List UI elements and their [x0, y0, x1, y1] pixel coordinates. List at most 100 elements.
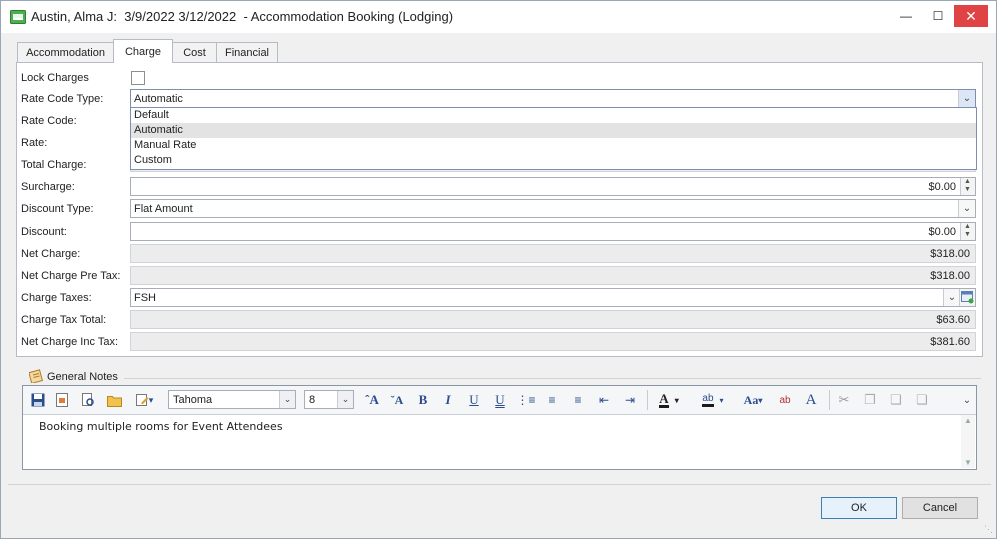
- booking-window: Austin, Alma J: 3/9/2022 3/12/2022 - Acc…: [0, 0, 997, 539]
- tab-charge[interactable]: Charge: [113, 39, 173, 63]
- double-underline-icon[interactable]: U: [491, 391, 509, 409]
- surcharge-label: Surcharge:: [21, 181, 75, 193]
- format-painter-icon[interactable]: ▾: [131, 391, 157, 409]
- font-dialog-icon[interactable]: A: [801, 391, 821, 409]
- net-charge-inc-tax-label: Net Charge Inc Tax:: [21, 336, 119, 348]
- charge-taxes-select[interactable]: FSH ⌄: [130, 288, 976, 307]
- lock-charges-label: Lock Charges: [21, 72, 89, 84]
- net-charge-value: $318.00: [930, 248, 970, 260]
- total-charge-label: Total Charge:: [21, 159, 87, 171]
- notes-scrollbar[interactable]: ▲ ▼: [961, 415, 975, 468]
- toolbar-separator: [829, 390, 830, 410]
- change-case-icon[interactable]: Aa ▾: [739, 391, 767, 409]
- title-bar: Austin, Alma J: 3/9/2022 3/12/2022 - Acc…: [1, 1, 996, 33]
- font-name-value: Tahoma: [173, 394, 213, 406]
- chevron-down-icon[interactable]: ⌄: [279, 391, 295, 408]
- net-charge-inc-tax-field: $381.60: [130, 332, 976, 351]
- charge-taxes-label: Charge Taxes:: [21, 292, 92, 304]
- copy-icon[interactable]: ❐: [861, 391, 879, 409]
- surcharge-input[interactable]: $0.00 ▲ ▼: [130, 177, 976, 196]
- clear-formatting-icon[interactable]: ab: [775, 391, 795, 409]
- edit-taxes-button[interactable]: [959, 289, 975, 306]
- paste-special-icon[interactable]: ❑: [913, 391, 931, 409]
- rate-code-type-label: Rate Code Type:: [21, 93, 104, 105]
- charge-tax-total-field: $63.60: [130, 310, 976, 329]
- resize-grip-icon[interactable]: ⋱: [984, 524, 993, 535]
- close-button[interactable]: ✕: [954, 5, 988, 27]
- new-document-icon[interactable]: [53, 391, 71, 409]
- dropdown-option-custom[interactable]: Custom: [131, 153, 976, 168]
- discount-input[interactable]: $0.00 ▲ ▼: [130, 222, 976, 241]
- charge-tax-total-label: Charge Tax Total:: [21, 314, 107, 326]
- grow-font-icon[interactable]: ˆA: [362, 391, 382, 409]
- bullets-icon[interactable]: ⋮≡: [517, 391, 536, 409]
- notes-editor[interactable]: ▾ Tahoma ⌄ 8 ⌄ ˆA ˇA B I U U ⋮≡ ≡ ≡ ⇤ ⇥ …: [22, 385, 977, 470]
- lock-charges-checkbox[interactable]: [131, 71, 145, 85]
- paste-icon[interactable]: ❑: [887, 391, 905, 409]
- ok-button[interactable]: OK: [821, 497, 897, 519]
- discount-type-label: Discount Type:: [21, 203, 94, 215]
- notes-text[interactable]: Booking multiple rooms for Event Attende…: [39, 420, 283, 433]
- discount-type-select[interactable]: Flat Amount ⌄: [130, 199, 976, 218]
- net-charge-pre-tax-label: Net Charge Pre Tax:: [21, 270, 121, 282]
- net-charge-label: Net Charge:: [21, 248, 81, 260]
- discount-label: Discount:: [21, 226, 67, 238]
- decrease-indent-icon[interactable]: ⇤: [595, 391, 613, 409]
- print-preview-icon[interactable]: [79, 391, 97, 409]
- rate-code-label: Rate Code:: [21, 115, 77, 127]
- toolbar-overflow-icon[interactable]: ⌄: [961, 391, 973, 409]
- increase-indent-icon[interactable]: ⇥: [621, 391, 639, 409]
- tab-cost[interactable]: Cost: [171, 42, 218, 63]
- font-color-icon[interactable]: A ▾: [653, 391, 685, 409]
- net-charge-inc-tax-value: $381.60: [930, 336, 970, 348]
- scroll-down-icon[interactable]: ▼: [964, 458, 972, 467]
- bed-icon: [10, 10, 26, 24]
- tab-accommodation[interactable]: Accommodation: [17, 42, 114, 63]
- tab-financial[interactable]: Financial: [216, 42, 278, 63]
- italic-icon[interactable]: I: [439, 391, 457, 409]
- charge-taxes-value: FSH: [134, 292, 156, 304]
- maximize-button[interactable]: ☐: [921, 5, 955, 27]
- dropdown-option-default[interactable]: Default: [131, 108, 976, 123]
- font-size-select[interactable]: 8 ⌄: [304, 390, 354, 409]
- footer-divider: [8, 484, 991, 485]
- rate-label: Rate:: [21, 137, 48, 149]
- multilevel-list-icon[interactable]: ≡: [569, 391, 587, 409]
- discount-type-value: Flat Amount: [134, 203, 193, 215]
- discount-value: $0.00: [928, 226, 956, 238]
- scroll-up-icon[interactable]: ▲: [964, 416, 972, 425]
- dropdown-option-manual-rate[interactable]: Manual Rate: [131, 138, 976, 153]
- minimize-button[interactable]: —: [889, 5, 923, 27]
- net-charge-field: $318.00: [130, 244, 976, 263]
- cancel-button[interactable]: Cancel: [902, 497, 978, 519]
- rate-code-type-value: Automatic: [134, 93, 183, 105]
- numbering-icon[interactable]: ≡: [543, 391, 561, 409]
- rate-code-type-select[interactable]: Automatic ⌄: [130, 89, 976, 108]
- net-charge-pre-tax-value: $318.00: [930, 270, 970, 282]
- font-name-select[interactable]: Tahoma ⌄: [168, 390, 296, 409]
- save-icon[interactable]: [29, 391, 47, 409]
- dropdown-option-automatic[interactable]: Automatic: [131, 123, 976, 138]
- surcharge-spinner[interactable]: ▲ ▼: [960, 178, 975, 195]
- open-folder-icon[interactable]: [105, 391, 125, 409]
- rich-text-toolbar: ▾ Tahoma ⌄ 8 ⌄ ˆA ˇA B I U U ⋮≡ ≡ ≡ ⇤ ⇥ …: [23, 386, 976, 415]
- shrink-font-icon[interactable]: ˇA: [387, 391, 407, 409]
- highlight-color-icon[interactable]: ab ▾: [695, 391, 731, 409]
- surcharge-value: $0.00: [928, 181, 956, 193]
- cut-icon[interactable]: ✂: [835, 391, 853, 409]
- general-notes-title: General Notes: [47, 371, 118, 383]
- chevron-down-icon[interactable]: ⌄: [958, 90, 975, 107]
- underline-icon[interactable]: U: [465, 391, 483, 409]
- chevron-down-icon[interactable]: ⌄: [958, 200, 975, 217]
- notes-icon: [29, 369, 43, 383]
- charge-tax-total-value: $63.60: [936, 314, 970, 326]
- chevron-down-icon[interactable]: ⌄: [337, 391, 353, 408]
- bold-icon[interactable]: B: [414, 391, 432, 409]
- chevron-down-icon[interactable]: ⌄: [943, 289, 960, 306]
- discount-spinner[interactable]: ▲ ▼: [960, 223, 975, 240]
- toolbar-separator: [647, 390, 648, 410]
- net-charge-pre-tax-field: $318.00: [130, 266, 976, 285]
- table-edit-icon: [961, 291, 974, 304]
- group-divider: [124, 378, 981, 379]
- font-size-value: 8: [309, 394, 316, 406]
